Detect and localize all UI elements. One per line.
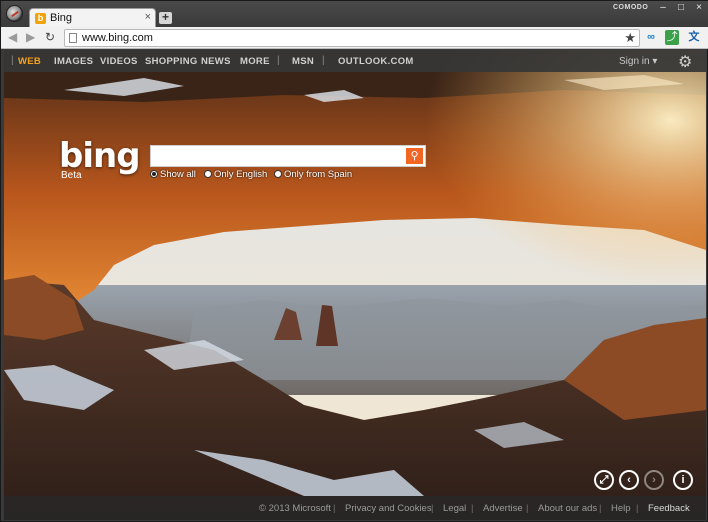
nav-msn[interactable]: MSN [292, 56, 314, 67]
share-extension-icon[interactable]: ⤴ [665, 30, 679, 45]
footer-link-about-ads[interactable]: About our ads [538, 503, 597, 514]
nav-shopping[interactable]: SHOPPING [145, 56, 198, 67]
copyright: © 2013 Microsoft [259, 503, 331, 514]
nav-more[interactable]: MORE [240, 56, 270, 67]
bing-top-nav: | WEB IMAGES VIDEOS SHOPPING NEWS MORE |… [4, 50, 706, 72]
url-text: www.bing.com [82, 32, 153, 44]
search-button[interactable]: ⚲ [406, 148, 423, 164]
chevron-left-icon[interactable]: ‹ [619, 470, 639, 490]
footer-link-privacy[interactable]: Privacy and Cookies [345, 503, 432, 514]
gear-icon[interactable]: ⚙ [678, 52, 692, 72]
footer-link-help[interactable]: Help [611, 503, 631, 514]
translate-extension-icon[interactable]: 文 [685, 30, 703, 45]
nav-web[interactable]: WEB [18, 56, 41, 67]
info-icon[interactable]: i [673, 470, 693, 490]
nav-separator: | [322, 55, 325, 66]
radio-show-all[interactable]: Show all [150, 169, 196, 181]
background-photo [4, 50, 706, 520]
bookmark-star-icon[interactable]: ★ [624, 30, 636, 46]
browser-toolbar: ◀ ▶ ↻ www.bing.com ★ [1, 27, 708, 49]
footer-link-advertise[interactable]: Advertise [483, 503, 523, 514]
bing-footer: © 2013 Microsoft | Privacy and Cookies |… [4, 496, 706, 520]
tab-close-icon[interactable]: × [145, 11, 151, 23]
footer-separator: | [526, 503, 529, 514]
browser-window: b Bing × + COMODO – □ × ◀ ▶ ↻ www.bing.c… [0, 0, 708, 522]
radio-icon [204, 170, 212, 178]
bing-page: | WEB IMAGES VIDEOS SHOPPING NEWS MORE |… [4, 50, 706, 520]
nav-news[interactable]: NEWS [201, 56, 231, 67]
sign-in-link[interactable]: Sign in ▾ [619, 56, 657, 67]
tab-bing[interactable]: b Bing × [29, 8, 156, 28]
new-tab-button[interactable]: + [159, 11, 172, 24]
minimize-button[interactable]: – [656, 2, 670, 13]
footer-separator: | [599, 503, 602, 514]
radio-selected-icon [150, 170, 158, 178]
page-icon [69, 33, 77, 43]
footer-separator: | [636, 503, 639, 514]
footer-link-legal[interactable]: Legal [443, 503, 466, 514]
forward-icon[interactable]: ▶ [26, 30, 35, 44]
extension-icon[interactable]: ∞ [643, 30, 659, 45]
radio-only-english[interactable]: Only English [204, 169, 267, 181]
search-box: ⚲ [150, 145, 426, 167]
footer-separator: | [471, 503, 474, 514]
nav-videos[interactable]: VIDEOS [100, 56, 138, 67]
title-bar: b Bing × + COMODO – □ × [1, 1, 708, 28]
tab-title: Bing [50, 12, 73, 24]
nav-separator: | [11, 55, 14, 66]
reload-icon[interactable]: ↻ [45, 30, 55, 44]
footer-separator: | [431, 503, 434, 514]
expand-icon[interactable]: ⤢ [594, 470, 614, 490]
radio-icon [274, 170, 282, 178]
footer-separator: | [333, 503, 336, 514]
radio-label: Show all [160, 169, 196, 180]
search-input[interactable] [155, 149, 401, 163]
radio-only-from-spain[interactable]: Only from Spain [274, 169, 352, 181]
beta-label: Beta [61, 170, 82, 181]
feedback-link[interactable]: Feedback [648, 503, 690, 514]
back-icon[interactable]: ◀ [8, 30, 17, 44]
browser-brand: COMODO [613, 4, 649, 11]
nav-outlook[interactable]: OUTLOOK.COM [338, 56, 414, 67]
radio-label: Only English [214, 169, 268, 180]
nav-separator: | [277, 55, 280, 66]
nav-images[interactable]: IMAGES [54, 56, 93, 67]
maximize-button[interactable]: □ [674, 2, 688, 13]
bing-favicon-icon: b [35, 13, 46, 24]
address-bar[interactable]: www.bing.com ★ [64, 29, 640, 47]
radio-label: Only from Spain [284, 169, 353, 180]
search-icon: ⚲ [410, 150, 419, 162]
comodo-dragon-logo-icon[interactable] [6, 5, 23, 22]
close-window-button[interactable]: × [692, 2, 706, 13]
chevron-right-icon[interactable]: › [644, 470, 664, 490]
